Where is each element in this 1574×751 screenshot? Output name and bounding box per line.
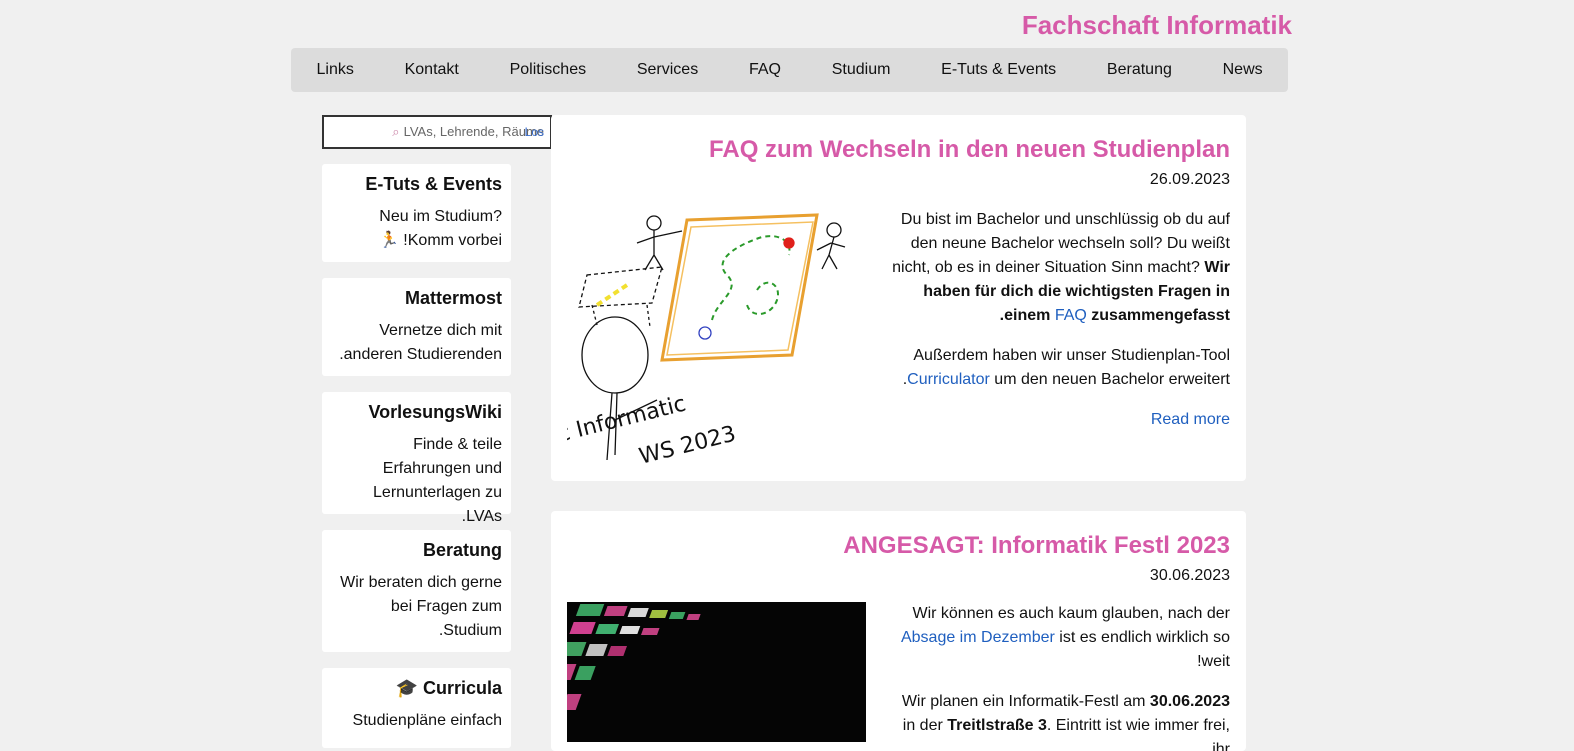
sidebar-card-title: Curricula 🎓 [395, 678, 502, 698]
curriculator-link[interactable]: Curriculator [907, 371, 990, 388]
article-paragraph: Außerdem haben wir unser Studienplan-Too… [890, 344, 1230, 392]
article-title[interactable]: ANGESAGT: Informatik Festl 2023 [843, 532, 1230, 560]
text-bold: 30.06.2023 [1149, 693, 1230, 710]
absage-link[interactable]: Absage im Dezember [901, 629, 1055, 646]
sidebar-card-title: VorlesungsWiki [368, 402, 502, 422]
nav-links[interactable]: Links [308, 61, 361, 79]
nav-kontakt[interactable]: Kontakt [397, 61, 467, 79]
nav-services[interactable]: Services [629, 61, 706, 79]
sidebar-card-text: Vernetze dich mit anderen Studierenden. [339, 322, 502, 363]
article-body: Wir können es auch kaum glauben, nach de… [890, 602, 1230, 751]
text-span: Du bist im Bachelor und unschlüssig ob d… [892, 211, 1230, 276]
article-date: 30.06.2023 [1149, 567, 1230, 584]
text-span: . Eintritt ist wie immer frei, ihr [1046, 717, 1230, 751]
article-date: 26.09.2023 [1149, 171, 1230, 188]
article-paragraph: Du bist im Bachelor und unschlüssig ob d… [890, 208, 1230, 328]
sidebar-card-vorlesungswiki[interactable]: VorlesungsWiki Finde & teile Erfahrungen… [322, 392, 511, 525]
article-card: FAQ zum Wechseln in den neuen Studienpla… [551, 115, 1246, 481]
sidebar-card-text: Neu im Studium? Komm vorbei! 🏃 [378, 208, 502, 249]
text-span: in der [902, 717, 943, 734]
nav-beratung[interactable]: Beratung [1099, 61, 1180, 79]
article-card: ANGESAGT: Informatik Festl 2023 30.06.20… [551, 511, 1246, 751]
search-placeholder: LVAs, Lehrende, Räume [403, 124, 544, 139]
sidebar-card-beratung[interactable]: Beratung Wir beraten dich gerne bei Frag… [322, 530, 511, 652]
article-body: Du bist im Bachelor und unschlüssig ob d… [890, 208, 1230, 432]
text-span: ist es endlich wirklich so weit! [1059, 629, 1230, 670]
nav-studium[interactable]: Studium [824, 61, 899, 79]
search-input[interactable]: ⌕ LVAs, Lehrende, Räume Los [322, 115, 552, 149]
nav-faq[interactable]: FAQ [741, 61, 789, 79]
search-button[interactable]: Los [525, 125, 544, 139]
read-more-link[interactable]: Read more [890, 408, 1230, 432]
text-span: Außerdem haben wir unser Studienplan-Too… [913, 347, 1230, 364]
text-span: Wir können es auch kaum glauben, nach de… [912, 605, 1230, 622]
sidebar-card-title: Beratung [422, 540, 502, 560]
sidebar-card-text: Wir beraten dich gerne bei Fragen zum St… [340, 574, 502, 639]
search-icon: ⌕ [392, 124, 400, 139]
sidebar-card-text: Studienpläne einfach [352, 712, 502, 729]
article-image-photo [567, 602, 866, 742]
text-bold: Treitlstraße 3 [947, 717, 1047, 734]
main-nav: News Beratung E-Tuts & Events Studium FA… [291, 48, 1288, 92]
sidebar-card-text: Finde & teile Erfahrungen und Lernunterl… [373, 436, 502, 525]
sidebar-card-mattermost[interactable]: Mattermost Vernetze dich mit anderen Stu… [322, 278, 511, 376]
text-span: Wir planen ein Informatik-Festl am [901, 693, 1146, 710]
drawing-text-line2: 2023 WS [637, 422, 739, 465]
sidebar-card-curricula[interactable]: Curricula 🎓 Studienpläne einfach [322, 668, 511, 748]
sidebar-card-title: Mattermost [404, 288, 502, 308]
nav-news[interactable]: News [1215, 61, 1271, 79]
nav-politisches[interactable]: Politisches [502, 61, 594, 79]
sidebar-card-etuts[interactable]: E-Tuts & Events Neu im Studium? Komm vor… [322, 164, 511, 262]
article-title[interactable]: FAQ zum Wechseln in den neuen Studienpla… [709, 136, 1230, 164]
article-image-drawing: Bsc Informatic 2023 WS [567, 213, 846, 465]
site-title[interactable]: Fachschaft Informatik [1022, 10, 1292, 41]
sidebar-card-title: E-Tuts & Events [365, 174, 502, 194]
article-paragraph: Wir planen ein Informatik-Festl am 30.06… [890, 690, 1230, 751]
faq-link[interactable]: FAQ [1055, 307, 1087, 324]
nav-etuts-events[interactable]: E-Tuts & Events [933, 61, 1064, 79]
article-paragraph: Wir können es auch kaum glauben, nach de… [890, 602, 1230, 674]
